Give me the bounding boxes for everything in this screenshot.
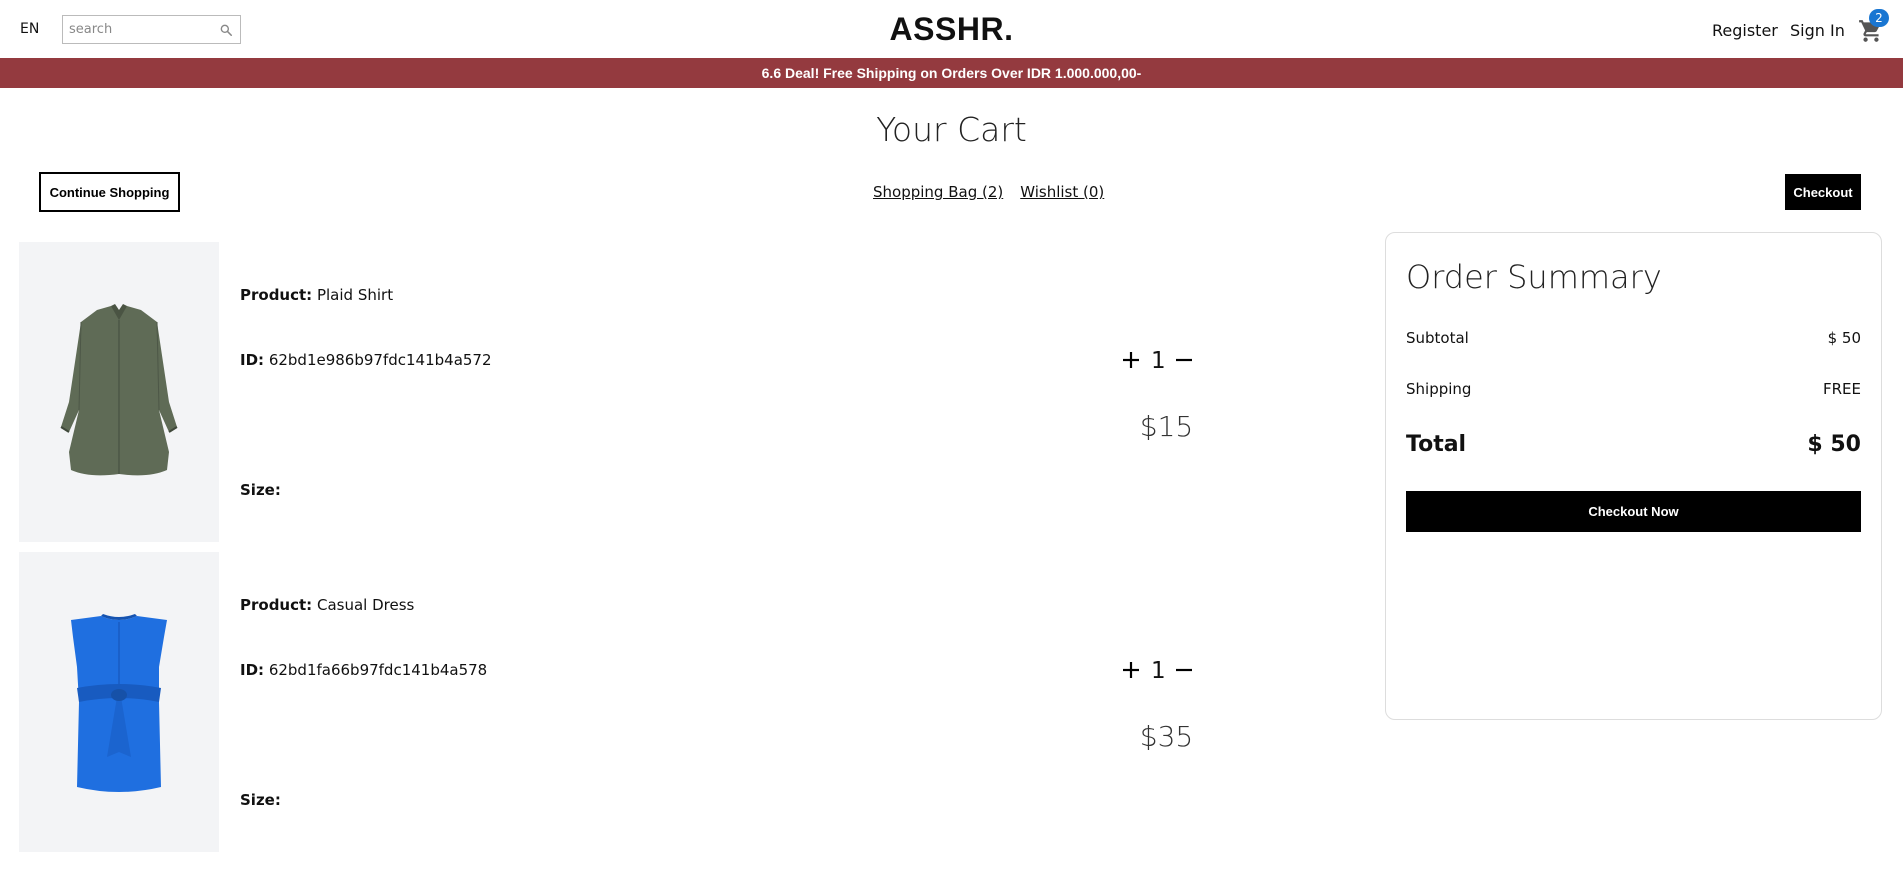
subtotal-label: Subtotal [1406,329,1469,347]
product-label: Product: [240,596,313,614]
product-size-field: Size: [240,481,281,499]
plus-icon[interactable] [1121,350,1141,370]
order-summary: Order Summary Subtotal $ 50 Shipping FRE… [1385,232,1882,720]
id-label: ID: [240,661,265,679]
minus-icon[interactable] [1174,350,1194,370]
site-logo[interactable]: ASSHR. [890,11,1014,47]
wishlist-link[interactable]: Wishlist (0) [1020,183,1104,201]
cart-tabs: Shopping Bag (2) Wishlist (0) [873,183,1121,201]
quantity-value: 1 [1151,658,1166,684]
cart-item: Product: Casual Dress ID: 62bd1fa66b97fd… [19,552,1349,852]
quantity-stepper: 1 [1121,658,1211,688]
promo-banner-text: 6.6 Deal! Free Shipping on Orders Over I… [761,65,1142,81]
search-box[interactable] [62,15,241,44]
product-name-field: Product: Plaid Shirt [240,286,393,304]
promo-banner: 6.6 Deal! Free Shipping on Orders Over I… [0,58,1903,88]
quantity-stepper: 1 [1121,348,1211,378]
product-name: Plaid Shirt [316,286,394,304]
cart-item: Product: Plaid Shirt ID: 62bd1e986b97fdc… [19,242,1349,542]
register-link[interactable]: Register [1712,21,1778,40]
id-label: ID: [240,351,265,369]
total-value: $ 50 [1807,432,1861,457]
checkout-now-button[interactable]: Checkout Now [1406,491,1861,532]
size-label: Size: [240,791,281,809]
subtotal-value: $ 50 [1827,329,1861,347]
minus-icon[interactable] [1174,660,1194,680]
site-header: EN ASSHR. Register Sign In 2 [0,0,1903,58]
continue-shopping-button[interactable]: Continue Shopping [39,172,180,212]
cart-count-badge: 2 [1869,9,1889,27]
order-summary-title: Order Summary [1406,258,1662,296]
page-title: Your Cart [876,110,1027,149]
shipping-label: Shipping [1406,380,1472,398]
product-id-field: ID: 62bd1e986b97fdc141b4a572 [240,351,492,369]
shipping-value: FREE [1822,380,1861,398]
logo-container: ASSHR. [0,11,1903,48]
quantity-value: 1 [1151,348,1166,374]
olive-shirt-image [60,304,178,476]
product-image[interactable] [19,552,219,852]
product-size-field: Size: [240,791,281,809]
sign-in-link[interactable]: Sign In [1790,21,1845,40]
product-id: 62bd1fa66b97fdc141b4a578 [268,661,488,679]
shopping-bag-link[interactable]: Shopping Bag (2) [873,183,1003,201]
checkout-button[interactable]: Checkout [1785,174,1861,210]
blue-dress-image [71,614,167,792]
product-name-field: Product: Casual Dress [240,596,414,614]
total-label: Total [1406,432,1467,457]
product-label: Product: [240,286,313,304]
size-label: Size: [240,481,281,499]
search-input[interactable] [63,16,213,43]
product-name: Casual Dress [316,596,415,614]
search-icon[interactable] [219,23,233,37]
product-image[interactable] [19,242,219,542]
product-id-field: ID: 62bd1fa66b97fdc141b4a578 [240,661,487,679]
product-id: 62bd1e986b97fdc141b4a572 [268,351,492,369]
plus-icon[interactable] [1121,660,1141,680]
language-selector[interactable]: EN [20,21,39,37]
item-price: $15 [1139,410,1194,443]
item-price: $35 [1139,720,1194,753]
